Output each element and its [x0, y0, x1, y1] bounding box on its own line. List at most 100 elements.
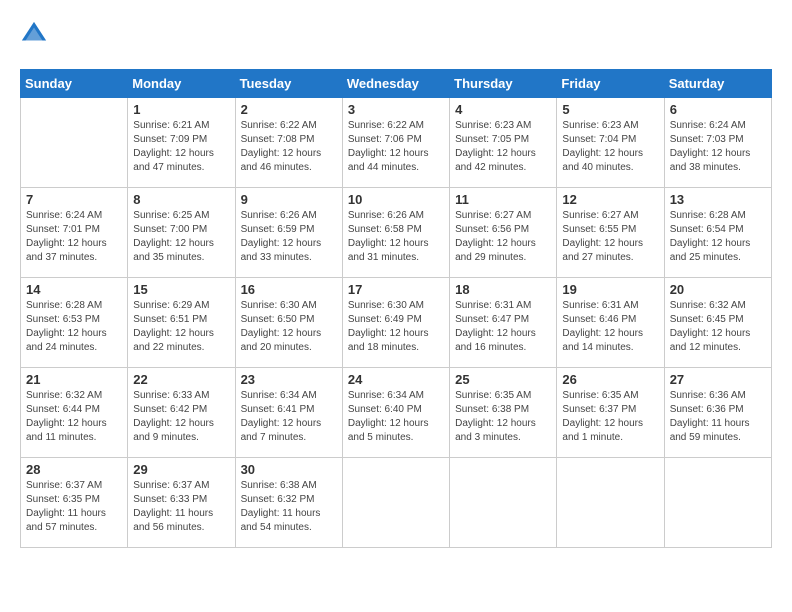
calendar-cell [664, 458, 771, 548]
day-number: 10 [348, 192, 444, 207]
calendar-week-2: 14Sunrise: 6:28 AM Sunset: 6:53 PM Dayli… [21, 278, 772, 368]
calendar-cell [21, 98, 128, 188]
logo-icon [20, 20, 48, 48]
day-number: 23 [241, 372, 337, 387]
calendar-cell: 9 Sunrise: 6:26 AM Sunset: 6:59 PM Daylig… [235, 188, 342, 278]
calendar-cell: 29 Sunrise: 6:37 AM Sunset: 6:33 PM Dayli… [128, 458, 235, 548]
day-info: Sunrise: 6:32 AM Sunset: 6:44 PM Dayligh… [26, 389, 122, 445]
calendar-cell: 6 Sunrise: 6:24 AM Sunset: 7:03 PM Daylig… [664, 98, 771, 188]
page-header [20, 20, 772, 53]
day-number: 11 [455, 192, 551, 207]
day-number: 5 [562, 102, 658, 117]
day-info: Sunrise: 6:31 AM Sunset: 6:47 PM Dayligh… [455, 299, 551, 355]
calendar-cell: 18 Sunrise: 6:31 AM Sunset: 6:47 PM Dayli… [450, 278, 557, 368]
day-number: 29 [133, 462, 229, 477]
calendar-cell: 28 Sunrise: 6:37 AM Sunset: 6:35 PM Dayli… [21, 458, 128, 548]
logo [20, 20, 50, 53]
calendar-cell: 24 Sunrise: 6:34 AM Sunset: 6:40 PM Dayli… [342, 368, 449, 458]
day-number: 26 [562, 372, 658, 387]
calendar-week-4: 28 Sunrise: 6:37 AM Sunset: 6:35 PM Dayli… [21, 458, 772, 548]
day-info: Sunrise: 6:22 AM Sunset: 7:08 PM Dayligh… [241, 119, 337, 175]
calendar-cell: 15 Sunrise: 6:29 AM Sunset: 6:51 PM Dayli… [128, 278, 235, 368]
calendar-cell: 7 Sunrise: 6:24 AM Sunset: 7:01 PM Daylig… [21, 188, 128, 278]
day-number: 15 [133, 282, 229, 297]
day-info: Sunrise: 6:30 AM Sunset: 6:50 PM Dayligh… [241, 299, 337, 355]
calendar-cell: 19 Sunrise: 6:31 AM Sunset: 6:46 PM Dayli… [557, 278, 664, 368]
day-info: Sunrise: 6:28 AM Sunset: 6:54 PM Dayligh… [670, 209, 766, 265]
day-info: Sunrise: 6:23 AM Sunset: 7:05 PM Dayligh… [455, 119, 551, 175]
header-thursday: Thursday [450, 70, 557, 98]
day-number: 19 [562, 282, 658, 297]
day-number: 7 [26, 192, 122, 207]
day-number: 25 [455, 372, 551, 387]
header-monday: Monday [128, 70, 235, 98]
calendar-cell [342, 458, 449, 548]
day-info: Sunrise: 6:37 AM Sunset: 6:33 PM Dayligh… [133, 479, 229, 535]
day-info: Sunrise: 6:26 AM Sunset: 6:58 PM Dayligh… [348, 209, 444, 265]
calendar-cell: 10 Sunrise: 6:26 AM Sunset: 6:58 PM Dayli… [342, 188, 449, 278]
calendar-cell: 30 Sunrise: 6:38 AM Sunset: 6:32 PM Dayli… [235, 458, 342, 548]
day-info: Sunrise: 6:31 AM Sunset: 6:46 PM Dayligh… [562, 299, 658, 355]
day-number: 27 [670, 372, 766, 387]
calendar-cell: 20 Sunrise: 6:32 AM Sunset: 6:45 PM Dayli… [664, 278, 771, 368]
calendar-cell: 12Sunrise: 6:27 AM Sunset: 6:55 PM Dayli… [557, 188, 664, 278]
calendar-table: SundayMondayTuesdayWednesdayThursdayFrid… [20, 69, 772, 548]
calendar-cell: 4 Sunrise: 6:23 AM Sunset: 7:05 PM Daylig… [450, 98, 557, 188]
calendar-cell: 26 Sunrise: 6:35 AM Sunset: 6:37 PM Dayli… [557, 368, 664, 458]
calendar-week-0: 1 Sunrise: 6:21 AM Sunset: 7:09 PM Daylig… [21, 98, 772, 188]
calendar-cell: 27 Sunrise: 6:36 AM Sunset: 6:36 PM Dayli… [664, 368, 771, 458]
header-wednesday: Wednesday [342, 70, 449, 98]
day-info: Sunrise: 6:33 AM Sunset: 6:42 PM Dayligh… [133, 389, 229, 445]
calendar-cell: 13Sunrise: 6:28 AM Sunset: 6:54 PM Dayli… [664, 188, 771, 278]
day-info: Sunrise: 6:29 AM Sunset: 6:51 PM Dayligh… [133, 299, 229, 355]
calendar-header-row: SundayMondayTuesdayWednesdayThursdayFrid… [21, 70, 772, 98]
day-info: Sunrise: 6:25 AM Sunset: 7:00 PM Dayligh… [133, 209, 229, 265]
day-info: Sunrise: 6:35 AM Sunset: 6:37 PM Dayligh… [562, 389, 658, 445]
calendar-cell [557, 458, 664, 548]
day-number: 12 [562, 192, 658, 207]
header-sunday: Sunday [21, 70, 128, 98]
day-number: 21 [26, 372, 122, 387]
day-info: Sunrise: 6:32 AM Sunset: 6:45 PM Dayligh… [670, 299, 766, 355]
day-number: 18 [455, 282, 551, 297]
day-number: 30 [241, 462, 337, 477]
calendar-cell: 3Sunrise: 6:22 AM Sunset: 7:06 PM Daylig… [342, 98, 449, 188]
day-info: Sunrise: 6:24 AM Sunset: 7:01 PM Dayligh… [26, 209, 122, 265]
day-info: Sunrise: 6:30 AM Sunset: 6:49 PM Dayligh… [348, 299, 444, 355]
day-info: Sunrise: 6:26 AM Sunset: 6:59 PM Dayligh… [241, 209, 337, 265]
day-info: Sunrise: 6:22 AM Sunset: 7:06 PM Dayligh… [348, 119, 444, 175]
day-number: 20 [670, 282, 766, 297]
day-info: Sunrise: 6:24 AM Sunset: 7:03 PM Dayligh… [670, 119, 766, 175]
day-info: Sunrise: 6:37 AM Sunset: 6:35 PM Dayligh… [26, 479, 122, 535]
day-number: 9 [241, 192, 337, 207]
day-number: 16 [241, 282, 337, 297]
calendar-cell: 16 Sunrise: 6:30 AM Sunset: 6:50 PM Dayli… [235, 278, 342, 368]
day-number: 4 [455, 102, 551, 117]
day-info: Sunrise: 6:38 AM Sunset: 6:32 PM Dayligh… [241, 479, 337, 535]
day-info: Sunrise: 6:28 AM Sunset: 6:53 PM Dayligh… [26, 299, 122, 355]
day-number: 17 [348, 282, 444, 297]
day-info: Sunrise: 6:34 AM Sunset: 6:40 PM Dayligh… [348, 389, 444, 445]
day-info: Sunrise: 6:27 AM Sunset: 6:56 PM Dayligh… [455, 209, 551, 265]
day-info: Sunrise: 6:36 AM Sunset: 6:36 PM Dayligh… [670, 389, 766, 445]
day-number: 8 [133, 192, 229, 207]
header-saturday: Saturday [664, 70, 771, 98]
day-number: 6 [670, 102, 766, 117]
calendar-cell [450, 458, 557, 548]
day-number: 28 [26, 462, 122, 477]
day-info: Sunrise: 6:34 AM Sunset: 6:41 PM Dayligh… [241, 389, 337, 445]
calendar-week-1: 7 Sunrise: 6:24 AM Sunset: 7:01 PM Daylig… [21, 188, 772, 278]
day-info: Sunrise: 6:21 AM Sunset: 7:09 PM Dayligh… [133, 119, 229, 175]
calendar-cell: 8 Sunrise: 6:25 AM Sunset: 7:00 PM Daylig… [128, 188, 235, 278]
day-info: Sunrise: 6:35 AM Sunset: 6:38 PM Dayligh… [455, 389, 551, 445]
calendar-cell: 14Sunrise: 6:28 AM Sunset: 6:53 PM Dayli… [21, 278, 128, 368]
day-number: 22 [133, 372, 229, 387]
calendar-week-3: 21 Sunrise: 6:32 AM Sunset: 6:44 PM Dayli… [21, 368, 772, 458]
day-info: Sunrise: 6:23 AM Sunset: 7:04 PM Dayligh… [562, 119, 658, 175]
calendar-cell: 17 Sunrise: 6:30 AM Sunset: 6:49 PM Dayli… [342, 278, 449, 368]
day-number: 24 [348, 372, 444, 387]
day-number: 1 [133, 102, 229, 117]
calendar-cell: 1 Sunrise: 6:21 AM Sunset: 7:09 PM Daylig… [128, 98, 235, 188]
calendar-cell: 21 Sunrise: 6:32 AM Sunset: 6:44 PM Dayli… [21, 368, 128, 458]
day-number: 2 [241, 102, 337, 117]
